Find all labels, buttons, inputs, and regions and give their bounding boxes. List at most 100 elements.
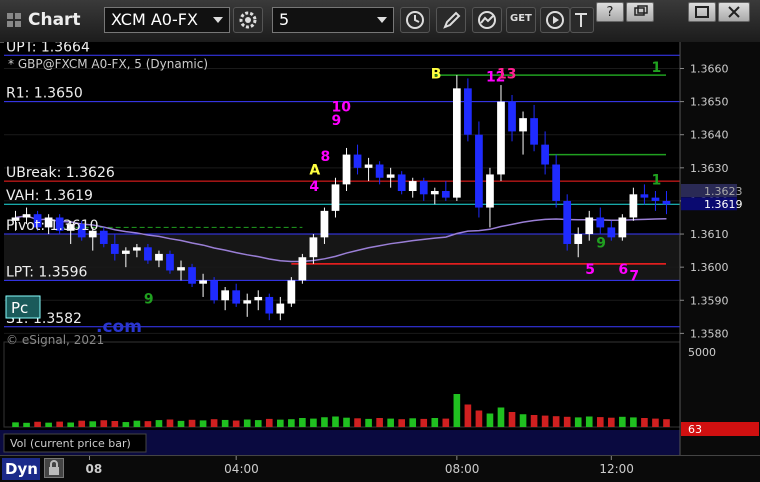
x-tick-label-0: 08 (86, 462, 103, 476)
watermark-label: .com (96, 317, 142, 337)
last-price-label: 1.3619 (704, 198, 743, 211)
help-button[interactable]: ? (596, 2, 624, 22)
restore-button[interactable] (626, 2, 654, 22)
candle-body (541, 144, 549, 165)
volume-bar (552, 416, 560, 427)
y-tick-label-5: 1.3610 (690, 228, 729, 241)
volume-bar (442, 418, 450, 427)
clock-button[interactable] (400, 7, 430, 33)
volume-bar (243, 419, 251, 427)
candle-body (199, 280, 207, 284)
level-label-5: LPT: 1.3596 (6, 264, 88, 280)
chart-canvas[interactable]: 1.36601.36501.36401.36301.36201.36101.36… (0, 42, 760, 455)
volume-last-label: 63 (688, 423, 702, 436)
lock-icon (49, 460, 59, 475)
candle-body (232, 290, 241, 304)
symbol-value: XCM A0-FX (111, 10, 198, 29)
candle-body (464, 88, 472, 135)
level-label-4: Pivot: 1.3610 (6, 218, 99, 234)
volume-bar (398, 419, 405, 427)
volume-bar (122, 422, 130, 427)
volume-bar (585, 416, 593, 427)
symbol-select[interactable]: XCM A0-FX (104, 7, 230, 33)
volume-bar (663, 419, 670, 427)
pc-label: Pc (11, 299, 28, 317)
y-tick-label-8: 1.3580 (690, 327, 729, 340)
draw-pencil-button[interactable] (436, 7, 466, 33)
interval-select[interactable]: 5 (272, 7, 394, 33)
level-label-2: UBreak: 1.3626 (6, 165, 115, 181)
study-button[interactable] (472, 7, 502, 33)
dynamic-mode-button[interactable]: Dyn (2, 458, 40, 480)
volume-bar (321, 417, 328, 427)
lock-button[interactable] (44, 458, 64, 478)
candle-body (210, 280, 218, 301)
candle-body (629, 194, 638, 218)
candle-body (177, 267, 185, 271)
volume-bar (530, 415, 538, 427)
volume-bar (497, 407, 505, 427)
volume-bar (78, 420, 86, 427)
y-tick-label-0: 1.3660 (690, 62, 729, 75)
signal-marker-8: 1 (651, 60, 661, 76)
chevron-down-icon (213, 17, 223, 23)
level-label-1: R1: 1.3650 (6, 86, 83, 102)
candle-body (419, 181, 428, 195)
settings-gear-button[interactable] (233, 7, 263, 33)
price-pane-bg (4, 42, 680, 340)
title-bar: Chart XCM A0-FX 5 GET ? (0, 0, 760, 43)
signal-marker-3: A (309, 162, 320, 178)
get-label: GET (510, 13, 532, 24)
volume-bar (409, 418, 417, 427)
candle-body (607, 227, 616, 238)
signal-marker-5: B (431, 66, 442, 82)
help-label: ? (606, 5, 614, 20)
volume-bar (464, 404, 472, 427)
candle-body (563, 200, 572, 244)
signal-marker-12: 7 (629, 268, 639, 284)
volume-bar (177, 420, 185, 427)
candle-body (188, 267, 196, 284)
volume-bar (34, 421, 41, 427)
volume-bar (221, 419, 229, 427)
volume-bar (111, 421, 119, 427)
x-tick-label-2: 08:00 (445, 462, 480, 476)
volume-bar (265, 418, 273, 427)
play-button[interactable] (540, 7, 570, 33)
candle-body (243, 300, 252, 304)
clock-icon (406, 11, 424, 29)
close-button[interactable] (718, 2, 750, 22)
candle-body (386, 174, 395, 178)
get-button[interactable]: GET (506, 7, 536, 33)
maximize-button[interactable] (688, 2, 716, 22)
volume-tick-label: 5000 (688, 346, 716, 359)
interval-value: 5 (279, 10, 290, 29)
chart-app-icon (7, 13, 21, 27)
text-tool-button[interactable] (570, 7, 594, 33)
candle-body (342, 154, 351, 185)
price-pane (4, 42, 680, 340)
volume-bar (56, 421, 63, 427)
volume-bar (641, 418, 648, 427)
candle-body (497, 101, 505, 175)
candle-body (121, 250, 130, 254)
volume-bar (630, 417, 637, 427)
candle-body (662, 200, 671, 205)
candle-body (408, 181, 417, 191)
signal-marker-11: 6 (618, 262, 628, 278)
candle-body (287, 280, 296, 304)
candle-body (441, 191, 450, 198)
x-tick-label-1: 04:00 (224, 462, 259, 476)
volume-bar (232, 420, 240, 427)
signal-marker-10: 5 (585, 262, 595, 278)
candle-body (486, 174, 494, 208)
candle-body (508, 101, 516, 132)
candle-body (640, 194, 649, 198)
x-tick-label-3: 12:00 (599, 462, 634, 476)
copyright-label: © eSignal, 2021 (6, 333, 104, 347)
volume-bar (210, 419, 218, 427)
y-tick-label-1: 1.3650 (690, 96, 729, 109)
volume-bar (188, 419, 196, 427)
volume-bar (144, 421, 152, 427)
y-tick-label-6: 1.3600 (690, 261, 729, 274)
